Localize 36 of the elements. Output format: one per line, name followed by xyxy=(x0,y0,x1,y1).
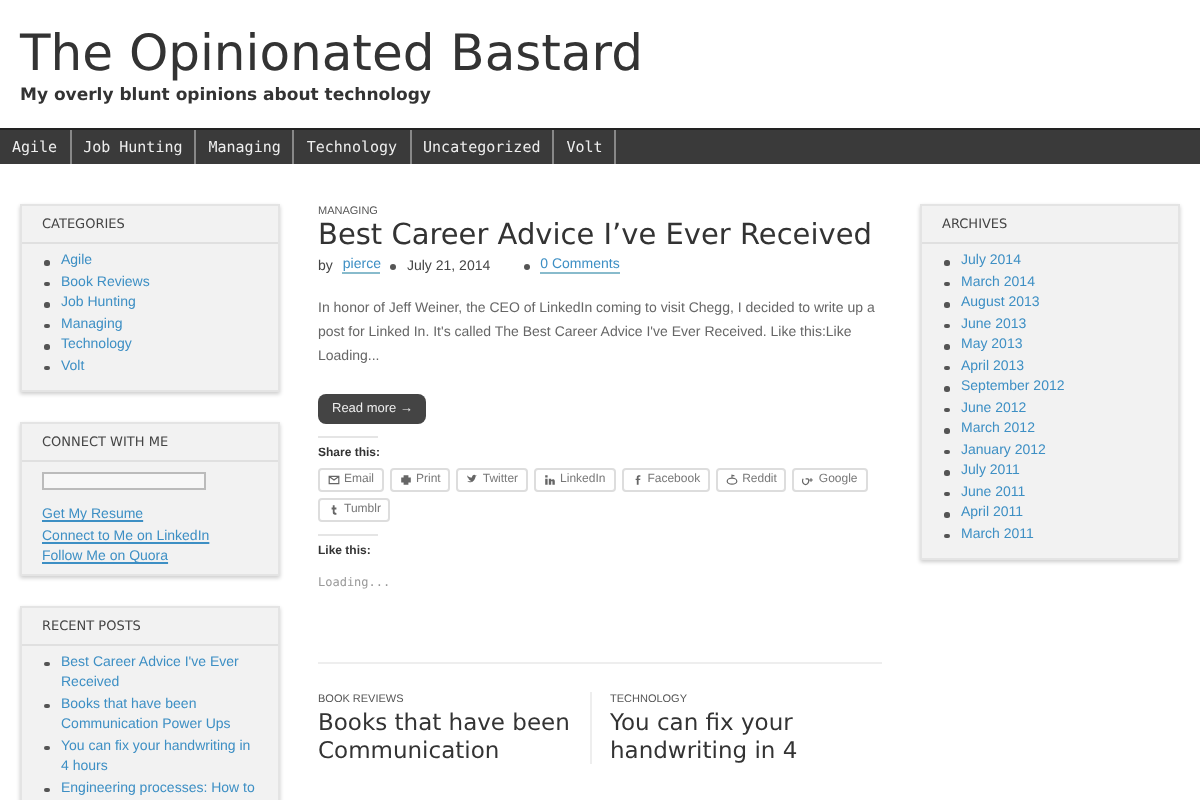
bullet-icon xyxy=(44,661,49,666)
bullet-icon xyxy=(524,263,531,269)
bullet-icon xyxy=(44,787,49,792)
bullet-icon xyxy=(944,428,949,433)
bullet-icon xyxy=(944,365,949,370)
site-tagline: My overly blunt opinions about technology xyxy=(20,86,431,106)
bullet-icon xyxy=(944,281,949,286)
bullet-icon xyxy=(944,407,949,412)
bullet-icon xyxy=(944,470,949,475)
bullet-icon xyxy=(944,386,949,391)
bullet-icon xyxy=(44,703,49,708)
envelope-icon xyxy=(328,474,340,486)
bullet-icon xyxy=(44,260,49,265)
bullet-icon xyxy=(944,344,949,349)
bullet-icon xyxy=(44,323,49,328)
bullet-icon xyxy=(944,512,949,517)
post-title[interactable]: Books that have been Communication xyxy=(318,708,574,764)
tumblr-icon xyxy=(328,504,340,516)
bullet-icon xyxy=(44,302,49,307)
bullet-icon xyxy=(944,491,949,496)
bullet-icon xyxy=(44,281,49,286)
post-title[interactable]: You can fix your handwriting in 4 xyxy=(610,708,866,764)
bullet-icon xyxy=(944,533,949,538)
bird-icon xyxy=(466,474,479,486)
bullet-icon xyxy=(944,323,949,328)
linkedin-icon xyxy=(544,474,557,486)
site-title[interactable]: The Opinionated Bastard xyxy=(20,24,644,84)
bullet-icon xyxy=(944,260,949,265)
facebook-icon xyxy=(631,474,644,486)
bullet-icon xyxy=(390,263,397,269)
post-title[interactable]: Best Career Advice I’ve Ever Received xyxy=(318,218,882,256)
bullet-icon xyxy=(44,365,49,370)
bullet-icon xyxy=(944,449,949,454)
bullet-icon xyxy=(44,745,49,750)
bullet-icon xyxy=(944,302,949,307)
bullet-icon xyxy=(44,344,49,349)
